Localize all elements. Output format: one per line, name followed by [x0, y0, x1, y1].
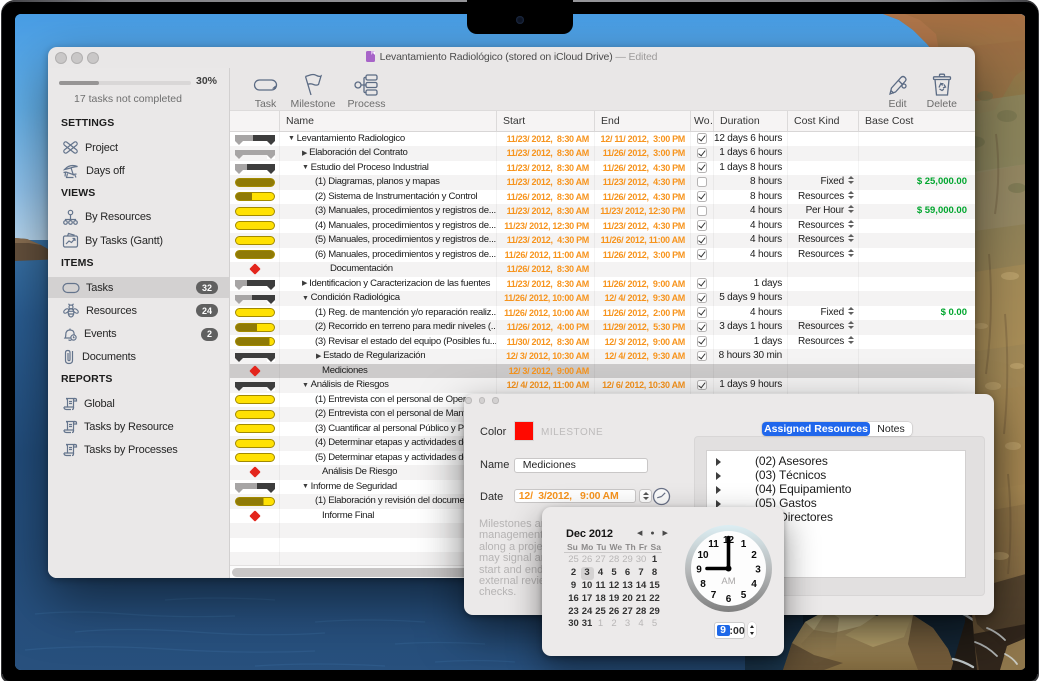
svg-text:3: 3 [755, 565, 761, 576]
svg-text:8: 8 [700, 579, 706, 590]
svg-text:6: 6 [726, 594, 732, 605]
svg-text:9: 9 [696, 565, 702, 576]
svg-text:11: 11 [708, 539, 719, 550]
svg-text:10: 10 [697, 550, 709, 561]
svg-text:7: 7 [711, 590, 717, 601]
svg-text:2: 2 [751, 550, 757, 561]
svg-text:5: 5 [741, 590, 747, 601]
svg-text:1: 1 [741, 539, 747, 550]
svg-text:AM: AM [721, 576, 735, 587]
svg-text:4: 4 [751, 579, 757, 590]
